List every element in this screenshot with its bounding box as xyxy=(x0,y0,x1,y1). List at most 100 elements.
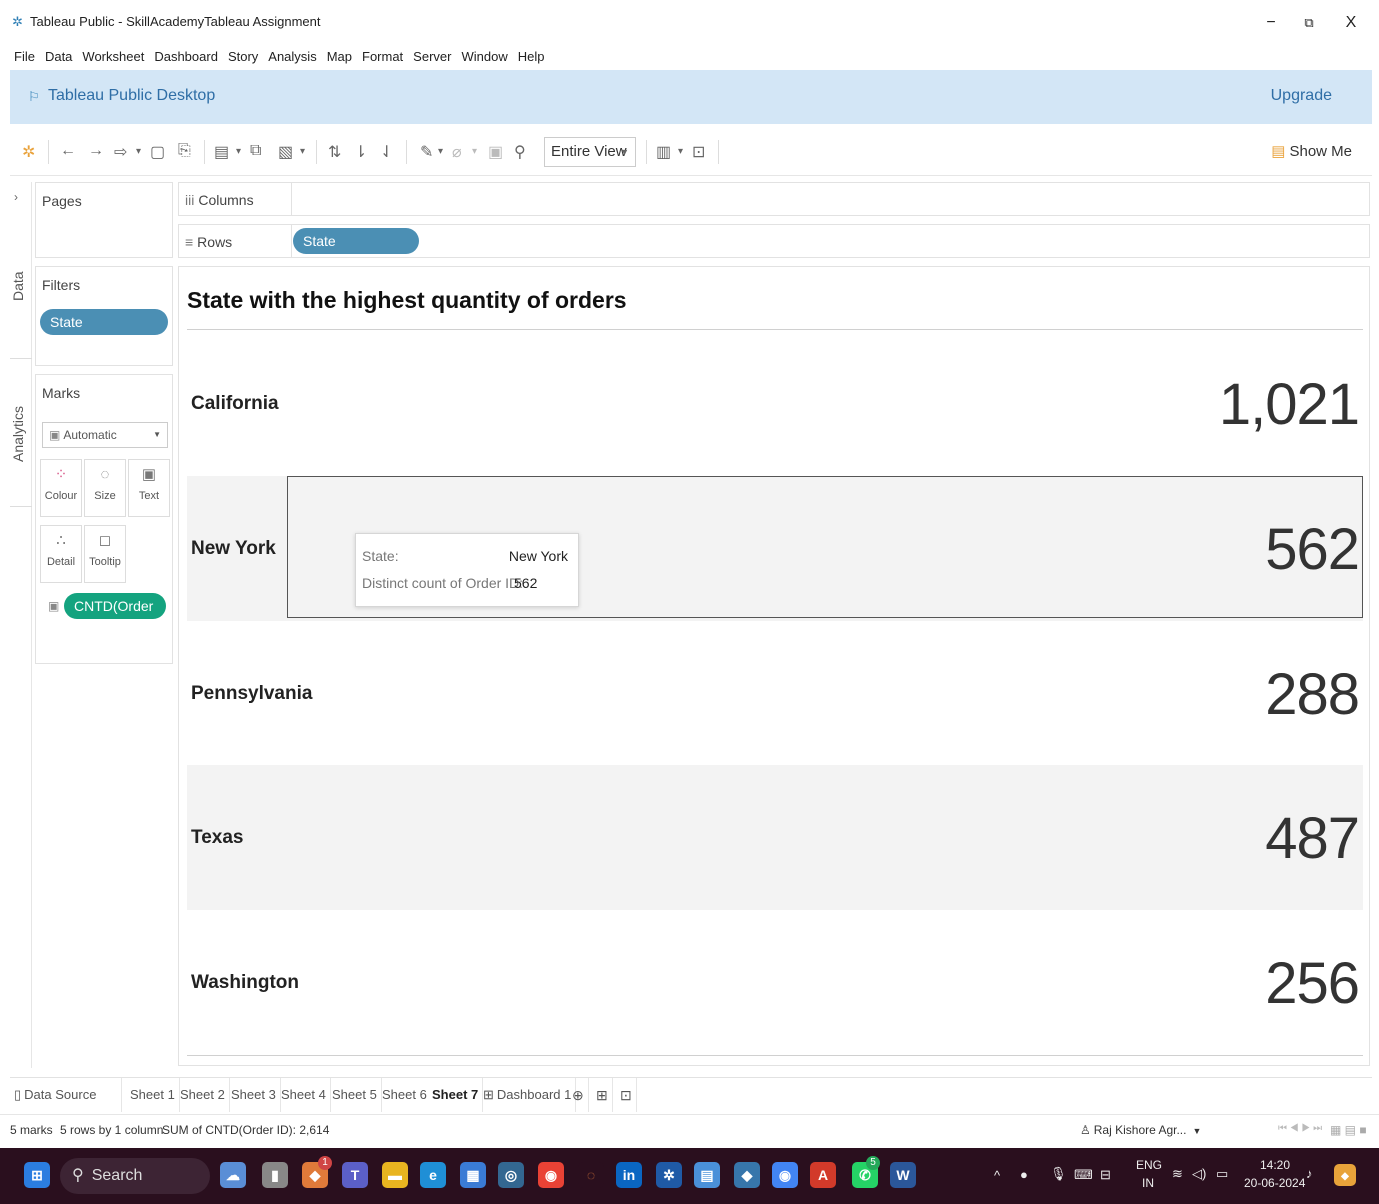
presentation-icon[interactable]: ⊡ xyxy=(692,142,705,162)
new-datasource-icon[interactable]: ⎘ xyxy=(178,142,191,160)
rows-pill-state[interactable]: State xyxy=(293,228,419,254)
show-cards-dropdown-icon[interactable]: ▾ xyxy=(678,146,683,157)
document-app-icon[interactable]: ▤ xyxy=(694,1162,720,1188)
sheet-nav-icon[interactable]: ⏮ ◀ ▶ ⏭ xyxy=(1278,1123,1322,1134)
task-view-icon[interactable]: ▮ xyxy=(262,1162,288,1188)
group-icon[interactable]: ⌀ xyxy=(452,142,462,162)
table-row[interactable]: Pennsylvania 288 xyxy=(187,621,1363,766)
sort-descending-icon[interactable]: ⇃ xyxy=(380,142,393,162)
viz-canvas[interactable]: State with the highest quantity of order… xyxy=(178,266,1370,1066)
analytics-tab[interactable]: Analytics xyxy=(10,394,32,474)
row-value[interactable]: 1,021 xyxy=(1219,371,1360,438)
wifi-icon[interactable]: ≋ xyxy=(1172,1166,1183,1182)
menu-format[interactable]: Format xyxy=(362,49,403,64)
microphone-icon[interactable]: 🎙 xyxy=(1050,1166,1067,1182)
replay-dropdown-icon[interactable]: ▾ xyxy=(136,146,141,157)
python-icon[interactable]: ◆ xyxy=(734,1162,760,1188)
new-story-tab-icon[interactable]: ⊡ xyxy=(616,1078,637,1112)
data-source-tab[interactable]: ▯ Data Source xyxy=(10,1078,122,1112)
volume-icon[interactable]: ◁) xyxy=(1192,1166,1206,1182)
tableau-home-icon[interactable]: ✲ xyxy=(22,142,35,162)
row-value[interactable]: 487 xyxy=(1265,805,1360,872)
replay-icon[interactable]: ⇨ xyxy=(114,142,127,162)
tab-sheet-2[interactable]: Sheet 2 xyxy=(176,1078,230,1112)
close-button[interactable]: X xyxy=(1336,10,1366,36)
size-button[interactable]: ◌ Size xyxy=(84,459,126,517)
detail-button[interactable]: ∴ Detail xyxy=(40,525,82,583)
expand-chevron-icon[interactable]: › xyxy=(14,190,18,204)
row-value[interactable]: 256 xyxy=(1265,950,1360,1017)
word-icon[interactable]: W xyxy=(890,1162,916,1188)
sort-ascending-icon[interactable]: ⇂ xyxy=(354,142,367,162)
clear-dropdown-icon[interactable]: ▾ xyxy=(300,146,305,157)
tab-sheet-4[interactable]: Sheet 4 xyxy=(277,1078,331,1112)
data-tab[interactable]: Data xyxy=(10,266,32,306)
measure-pill-cntd-order-id[interactable]: CNTD(Order ID) xyxy=(64,593,166,640)
colour-button[interactable]: ⁘ Colour xyxy=(40,459,82,517)
tab-dashboard-1[interactable]: ⊞ Dashboard 1 xyxy=(479,1078,577,1112)
menu-worksheet[interactable]: Worksheet xyxy=(82,49,144,64)
highlight-icon[interactable]: ✎ xyxy=(420,142,433,162)
show-me-button[interactable]: ▤ Show Me xyxy=(1271,142,1352,160)
chrome-icon[interactable]: ◉ xyxy=(538,1162,564,1188)
display-icon[interactable]: ⊟ xyxy=(1100,1167,1111,1183)
keyboard-icon[interactable]: ⌨ xyxy=(1074,1167,1093,1183)
file-explorer-icon[interactable]: ▬ xyxy=(382,1162,408,1188)
menu-help[interactable]: Help xyxy=(518,49,545,64)
clear-sheet-icon[interactable]: ▧ xyxy=(278,142,293,162)
postgres-icon[interactable]: ◎ xyxy=(498,1162,524,1188)
filter-pill-state[interactable]: State xyxy=(40,309,168,335)
menu-analysis[interactable]: Analysis xyxy=(268,49,316,64)
new-worksheet-icon[interactable]: ▤ xyxy=(214,142,229,162)
notification-bell-icon[interactable]: ♪ xyxy=(1306,1166,1313,1181)
chrome-profile-icon[interactable]: ◉ xyxy=(772,1162,798,1188)
windows-start-icon[interactable]: ⊞ xyxy=(24,1162,50,1188)
copilot-pre-icon[interactable]: ◆ xyxy=(1334,1164,1356,1186)
jupyter-icon[interactable]: ◌ xyxy=(578,1162,604,1188)
tableau-taskbar-icon[interactable]: ✲ xyxy=(656,1162,682,1188)
acrobat-icon[interactable]: A xyxy=(810,1162,836,1188)
fit-view-select[interactable]: Entire View ▼ xyxy=(544,137,636,167)
clock-date[interactable]: 20-06-2024 xyxy=(1244,1176,1305,1190)
tray-app-icon[interactable]: ● xyxy=(1020,1167,1028,1182)
table-row[interactable]: Texas 487 xyxy=(187,765,1363,910)
view-mode-icon[interactable]: ▦ ▤ ■ xyxy=(1330,1123,1367,1137)
fix-axes-icon[interactable]: ⚲ xyxy=(514,142,526,162)
duplicate-icon[interactable]: ⧉ xyxy=(250,142,261,160)
highlight-dropdown-icon[interactable]: ▾ xyxy=(438,146,443,157)
tab-sheet-3[interactable]: Sheet 3 xyxy=(227,1078,281,1112)
labels-icon[interactable]: ▣ xyxy=(488,142,503,162)
row-value[interactable]: 288 xyxy=(1265,661,1360,728)
tray-overflow-icon[interactable]: ^ xyxy=(994,1168,1000,1183)
taskbar-search[interactable]: ⚲ Search xyxy=(60,1158,210,1194)
tab-sheet-6[interactable]: Sheet 6 xyxy=(378,1078,432,1112)
tab-sheet-7[interactable]: Sheet 7 xyxy=(428,1078,484,1112)
text-button[interactable]: ▣ Text xyxy=(128,459,170,517)
group-dropdown-icon[interactable]: ▾ xyxy=(472,146,477,157)
linkedin-icon[interactable]: in xyxy=(616,1162,642,1188)
tooltip-button[interactable]: ◻ Tooltip xyxy=(84,525,126,583)
minimize-button[interactable]: − xyxy=(1256,10,1286,36)
rows-shelf[interactable]: ≡ Rows State xyxy=(178,224,1370,258)
menu-file[interactable]: File xyxy=(14,49,35,64)
swap-icon[interactable]: ⇅ xyxy=(328,142,341,162)
new-worksheet-tab-icon[interactable]: ⊕ xyxy=(568,1078,589,1112)
menu-dashboard[interactable]: Dashboard xyxy=(154,49,218,64)
upgrade-link[interactable]: Upgrade xyxy=(1271,87,1332,105)
menu-map[interactable]: Map xyxy=(327,49,352,64)
teams-icon[interactable]: T xyxy=(342,1162,368,1188)
mark-type-select[interactable]: ▣ Automatic ▼ xyxy=(42,422,168,448)
save-icon[interactable]: ▢ xyxy=(150,142,165,162)
widgets-icon[interactable]: ☁ xyxy=(220,1162,246,1188)
language-indicator[interactable]: ENG xyxy=(1136,1158,1162,1172)
restore-button[interactable]: ⧉ xyxy=(1294,10,1324,36)
menu-server[interactable]: Server xyxy=(413,49,451,64)
table-row[interactable]: Washington 256 xyxy=(187,910,1363,1055)
new-dashboard-tab-icon[interactable]: ⊞ xyxy=(592,1078,613,1112)
new-worksheet-dropdown-icon[interactable]: ▾ xyxy=(236,146,241,157)
menu-story[interactable]: Story xyxy=(228,49,258,64)
menu-window[interactable]: Window xyxy=(461,49,507,64)
tab-sheet-5[interactable]: Sheet 5 xyxy=(328,1078,382,1112)
show-cards-icon[interactable]: ▥ xyxy=(656,142,671,162)
user-menu[interactable]: ♙ Raj Kishore Agr... ▼ xyxy=(1080,1123,1201,1137)
